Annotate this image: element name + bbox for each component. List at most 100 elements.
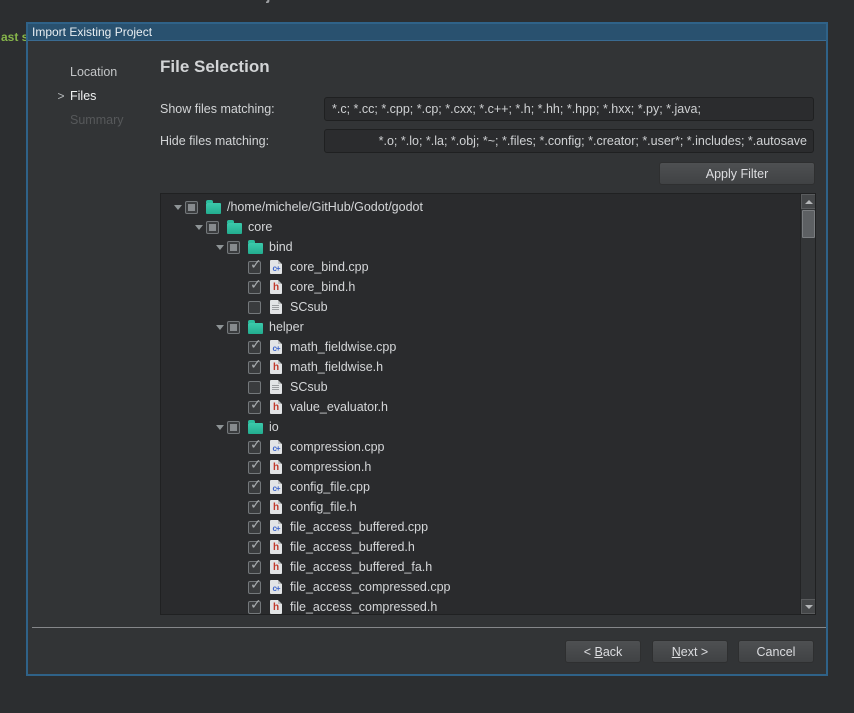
tree-file-row[interactable]: ✓hmath_fieldwise.h <box>161 357 815 377</box>
checkbox-checked[interactable]: ✓ <box>248 541 261 554</box>
tree-file-row[interactable]: ✓ h config_file.h <box>161 497 815 517</box>
tree-file-row[interactable]: ✓hfile_access_compressed.h <box>161 597 815 615</box>
scrollbar-thumb[interactable] <box>802 210 815 238</box>
tree-folder-row[interactable]: /home/michele/GitHub/Godot/godot <box>161 197 815 217</box>
checkbox-partial[interactable] <box>185 201 198 214</box>
wizard-step-label: Files <box>70 89 96 103</box>
cpp-file-icon: c+ <box>268 479 284 495</box>
apply-filter-button[interactable]: Apply Filter <box>659 162 815 185</box>
tree-file-row[interactable]: ✓hcompression.h <box>161 457 815 477</box>
tree-item-label: core_bind.h <box>290 280 355 294</box>
cancel-label: Cancel <box>757 645 796 659</box>
tree-item-label: math_fieldwise.cpp <box>290 340 396 354</box>
file-tree[interactable]: /home/michele/GitHub/Godot/godot core bind… <box>160 193 816 615</box>
recent-projects-heading: Recent Projects <box>187 0 300 4</box>
tree-item-label: file_access_compressed.cpp <box>290 580 451 594</box>
tree-file-row[interactable]: ✓ c+ file_access_compressed.cpp <box>161 577 815 597</box>
header-file-icon: h <box>268 539 284 555</box>
tree-folder-row[interactable]: core <box>161 217 815 237</box>
tree-item-label: file_access_buffered.cpp <box>290 520 428 534</box>
tree-file-row[interactable]: ✓ h core_bind.h <box>161 277 815 297</box>
checkbox-checked[interactable]: ✓ <box>248 601 261 614</box>
tree-item-label: file_access_buffered_fa.h <box>290 560 432 574</box>
tree-item-label: /home/michele/GitHub/Godot/godot <box>227 200 423 214</box>
checkbox-checked[interactable]: ✓ <box>248 581 261 594</box>
checkbox-partial[interactable] <box>227 421 240 434</box>
checkbox-checked[interactable]: ✓ <box>248 461 261 474</box>
expand-arrow-icon[interactable] <box>171 205 185 210</box>
checkbox-unchecked[interactable] <box>248 301 261 314</box>
generic-file-icon <box>268 299 284 315</box>
hide-files-input[interactable]: *.o; *.lo; *.la; *.obj; *~; *.files; *.c… <box>324 129 814 153</box>
expand-arrow-icon[interactable] <box>213 425 227 430</box>
header-file-icon: h <box>268 499 284 515</box>
header-file-icon: h <box>268 399 284 415</box>
cpp-file-icon: c+ <box>268 519 284 535</box>
checkbox-partial[interactable] <box>227 241 240 254</box>
header-file-icon: h <box>268 279 284 295</box>
checkbox-checked[interactable]: ✓ <box>248 341 261 354</box>
show-files-value: *.c; *.cc; *.cpp; *.cp; *.cxx; *.c++; *.… <box>332 102 701 116</box>
tree-item-label: core <box>248 220 272 234</box>
tree-item-label: file_access_compressed.h <box>290 600 437 614</box>
page-title: File Selection <box>160 57 270 77</box>
tree-scrollbar[interactable] <box>800 194 815 614</box>
tree-file-row[interactable]: ✓c+math_fieldwise.cpp <box>161 337 815 357</box>
checkbox-checked[interactable]: ✓ <box>248 481 261 494</box>
checkbox-unchecked[interactable] <box>248 381 261 394</box>
checkbox-checked[interactable]: ✓ <box>248 401 261 414</box>
cpp-file-icon: c+ <box>268 439 284 455</box>
cancel-button[interactable]: Cancel <box>738 640 814 663</box>
tree-item-label: compression.cpp <box>290 440 385 454</box>
tree-file-row[interactable]: ✓hfile_access_buffered.h <box>161 537 815 557</box>
checkbox-checked[interactable]: ✓ <box>248 361 261 374</box>
checkbox-checked[interactable]: ✓ <box>248 561 261 574</box>
tree-folder-row[interactable]: helper <box>161 317 815 337</box>
tree-item-label: config_file.h <box>290 500 357 514</box>
folder-icon <box>205 199 221 215</box>
next-button[interactable]: Next > <box>652 640 728 663</box>
tree-folder-row[interactable]: bind <box>161 237 815 257</box>
hide-files-label: Hide files matching: <box>160 134 269 148</box>
wizard-step-label: Summary <box>70 113 123 127</box>
expand-arrow-icon[interactable] <box>213 245 227 250</box>
generic-file-icon <box>268 379 284 395</box>
show-files-label: Show files matching: <box>160 102 275 116</box>
tree-file-row[interactable]: SCsub <box>161 297 815 317</box>
tree-folder-row[interactable]: io <box>161 417 815 437</box>
checkbox-checked[interactable]: ✓ <box>248 441 261 454</box>
folder-icon <box>247 239 263 255</box>
tree-file-row[interactable]: SCsub <box>161 377 815 397</box>
tree-item-label: compression.h <box>290 460 371 474</box>
expand-arrow-icon[interactable] <box>213 325 227 330</box>
expand-arrow-icon[interactable] <box>192 225 206 230</box>
next-label: Next > <box>672 645 708 659</box>
folder-icon <box>247 419 263 435</box>
tree-file-row[interactable]: ✓c+config_file.cpp <box>161 477 815 497</box>
wizard-steps: Location > Files Summary <box>52 60 162 132</box>
checkbox-checked[interactable]: ✓ <box>248 261 261 274</box>
tree-file-row[interactable]: ✓ c+ file_access_buffered.cpp <box>161 517 815 537</box>
checkbox-partial[interactable] <box>227 321 240 334</box>
tree-item-label: bind <box>269 240 293 254</box>
scroll-down-icon[interactable] <box>801 599 816 614</box>
checkbox-checked[interactable]: ✓ <box>248 501 261 514</box>
checkbox-checked[interactable]: ✓ <box>248 281 261 294</box>
show-files-input[interactable]: *.c; *.cc; *.cpp; *.cp; *.cxx; *.c++; *.… <box>324 97 814 121</box>
apply-filter-label: Apply Filter <box>706 167 769 181</box>
tree-file-row[interactable]: ✓c+core_bind.cpp <box>161 257 815 277</box>
tree-file-row[interactable]: ✓hvalue_evaluator.h <box>161 397 815 417</box>
session-link-fragment[interactable]: ast s <box>1 30 28 44</box>
dialog-titlebar[interactable]: Import Existing Project <box>28 24 826 41</box>
tree-item-label: core_bind.cpp <box>290 260 369 274</box>
back-button[interactable]: < Back <box>565 640 641 663</box>
tree-file-row[interactable]: ✓ h file_access_buffered_fa.h <box>161 557 815 577</box>
file-tree-rows: /home/michele/GitHub/Godot/godot core bind… <box>161 194 815 615</box>
folder-icon <box>247 319 263 335</box>
scroll-up-icon[interactable] <box>801 194 816 209</box>
cpp-file-icon: c+ <box>268 579 284 595</box>
tree-file-row[interactable]: ✓ c+ compression.cpp <box>161 437 815 457</box>
checkbox-partial[interactable] <box>206 221 219 234</box>
header-file-icon: h <box>268 559 284 575</box>
checkbox-checked[interactable]: ✓ <box>248 521 261 534</box>
